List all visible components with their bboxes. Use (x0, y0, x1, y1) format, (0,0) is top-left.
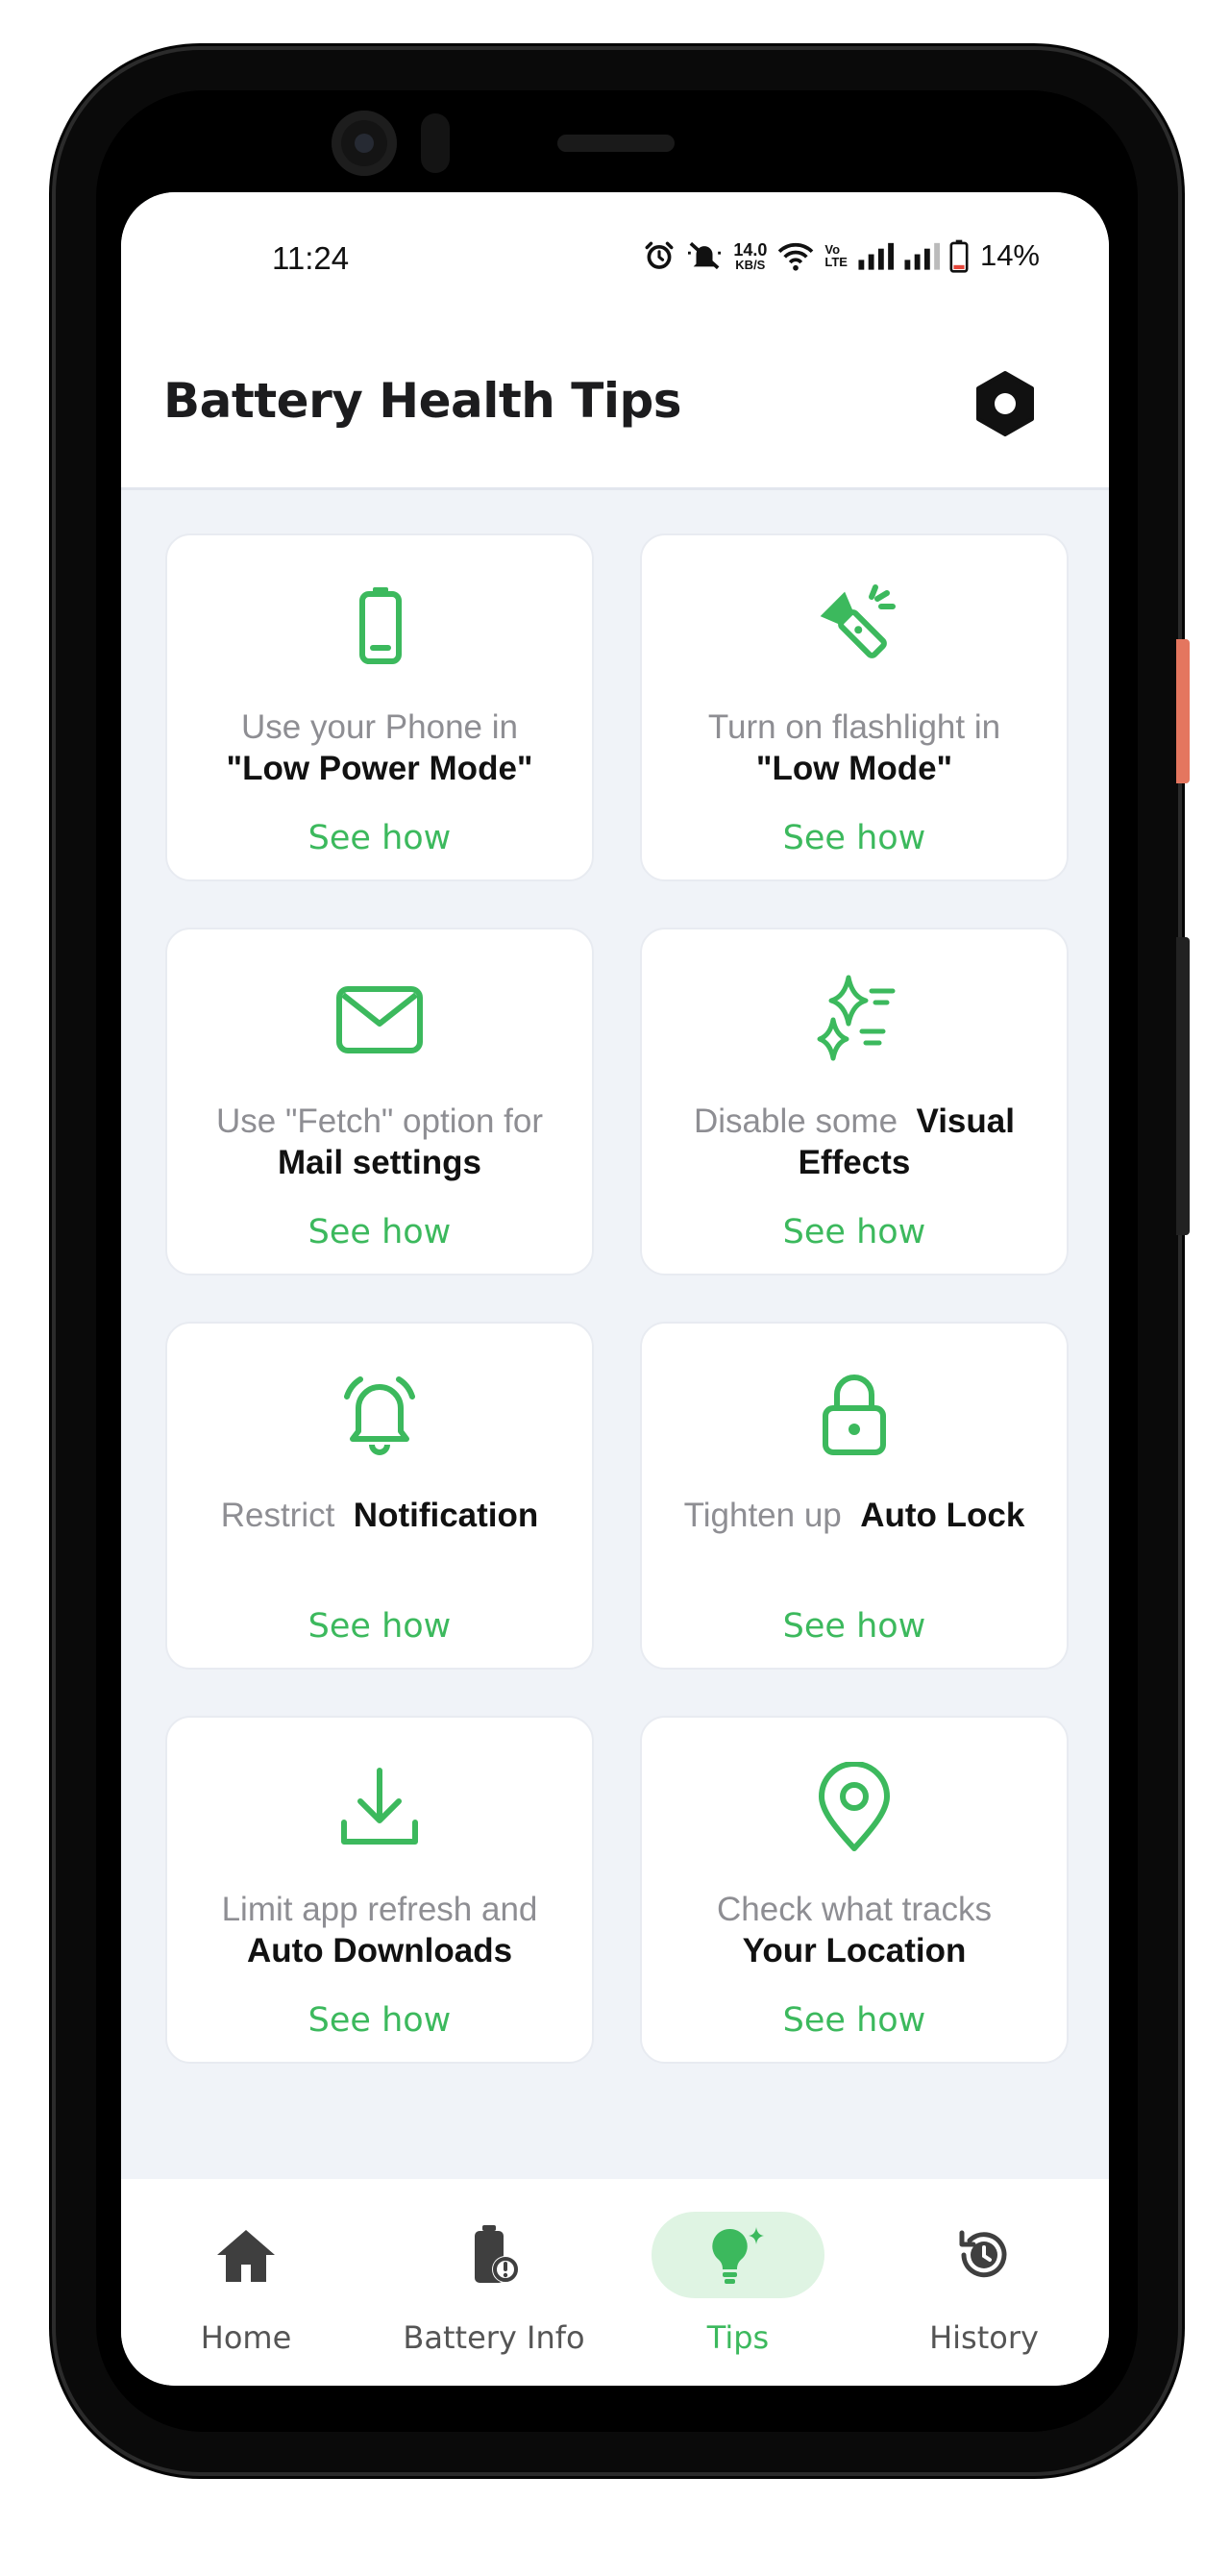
volume-button (1176, 937, 1190, 1235)
tip-line-1: Check what tracks (717, 1891, 992, 1928)
nav-tips[interactable]: Tips (623, 2206, 853, 2369)
alarm-icon (645, 241, 674, 269)
lock-icon (806, 1366, 902, 1462)
see-how-link[interactable]: See how (642, 1607, 1067, 1646)
see-how-link[interactable]: See how (642, 819, 1067, 857)
nav-tips-label: Tips (706, 2319, 770, 2356)
status-time: 11:24 (272, 240, 350, 276)
tip-line-1-bold: Notification (353, 1497, 539, 1534)
battery-info-icon (475, 2225, 519, 2283)
tip-text: Check what tracks Your Location (661, 1889, 1047, 1971)
tip-line-2: Your Location (742, 1932, 967, 1969)
signal-icon-2 (904, 242, 940, 270)
see-how-link[interactable]: See how (167, 819, 592, 857)
battery-low-icon (332, 578, 428, 674)
flashlight-icon (806, 578, 902, 674)
tip-card-auto-lock[interactable]: Tighten up Auto Lock See how (640, 1322, 1069, 1670)
tip-line-2: "Low Mode" (755, 750, 953, 787)
nav-battery-info[interactable]: Battery Info (379, 2206, 609, 2369)
tip-line-1: Turn on flashlight in (707, 708, 1001, 746)
battery-percent: 14% (979, 238, 1040, 272)
bell-icon (332, 1366, 428, 1462)
nav-history-label: History (929, 2319, 1039, 2356)
mail-icon (332, 972, 428, 1068)
network-speed-value: 14.0 (733, 239, 768, 260)
download-icon (332, 1760, 428, 1856)
tip-line-1: Restrict (220, 1497, 335, 1534)
status-bar: 11:24 14.0 KB/S Vo LTE 14% (121, 192, 1109, 327)
proximity-sensor (421, 113, 450, 173)
nav-tips-active-pill (652, 2212, 824, 2298)
nav-history[interactable]: History (869, 2206, 1099, 2369)
see-how-link[interactable]: See how (167, 1213, 592, 1251)
nav-home-icon-wrap (160, 2212, 332, 2298)
tip-line-2: Effects (798, 1144, 911, 1181)
tip-line-1: Tighten up (683, 1497, 842, 1534)
app-header: Battery Health Tips (121, 327, 1109, 490)
network-speed-unit: KB/S (735, 257, 766, 272)
tip-text: Limit app refresh and Auto Downloads (186, 1889, 573, 1971)
tip-line-1: Disable some (694, 1102, 898, 1140)
app-screen: 11:24 14.0 KB/S Vo LTE 14% Battery Healt… (121, 192, 1109, 2386)
volte-bottom: LTE (824, 255, 848, 269)
settings-button[interactable] (967, 365, 1044, 442)
tip-text: Use your Phone in "Low Power Mode" (186, 706, 573, 789)
status-icons: 14.0 KB/S Vo LTE 14% (643, 235, 1040, 277)
see-how-link[interactable]: See how (642, 1213, 1067, 1251)
tip-line-2: Auto Downloads (246, 1932, 513, 1969)
tip-text: Restrict Notification (186, 1495, 573, 1536)
nav-battery-info-label: Battery Info (403, 2319, 585, 2356)
tip-line-2: "Low Power Mode" (226, 750, 533, 787)
see-how-link[interactable]: See how (167, 2001, 592, 2040)
tip-line-1-bold: Visual (916, 1102, 1015, 1140)
nav-home-label: Home (200, 2319, 292, 2356)
see-how-link[interactable]: See how (642, 2001, 1067, 2040)
lightbulb-icon (712, 2227, 764, 2284)
tip-line-1: Use your Phone in (241, 708, 518, 746)
home-icon (217, 2230, 275, 2282)
battery-status-icon (949, 239, 969, 273)
tip-card-notification[interactable]: Restrict Notification See how (165, 1322, 594, 1670)
hexagon-settings-icon (976, 371, 1034, 436)
signal-icon-1 (858, 242, 894, 270)
tip-card-low-power[interactable]: Use your Phone in "Low Power Mode" See h… (165, 533, 594, 881)
nav-home[interactable]: Home (131, 2206, 361, 2369)
tip-card-downloads[interactable]: Limit app refresh and Auto Downloads See… (165, 1716, 594, 2064)
wifi-icon (778, 242, 814, 271)
sparkles-icon (806, 972, 902, 1068)
tip-text: Tighten up Auto Lock (661, 1495, 1047, 1536)
location-pin-icon (806, 1760, 902, 1856)
see-how-link[interactable]: See how (167, 1607, 592, 1646)
mute-notification-icon (688, 241, 722, 270)
page-title: Battery Health Tips (163, 373, 682, 429)
tip-line-1: Limit app refresh and (221, 1891, 538, 1928)
nav-battery-icon-wrap (407, 2212, 580, 2298)
tip-line-2: Mail settings (278, 1144, 481, 1181)
power-button (1176, 639, 1190, 783)
tip-line-1: Use "Fetch" option for (215, 1102, 543, 1140)
tips-grid: Use your Phone in "Low Power Mode" See h… (165, 533, 1069, 2064)
front-camera (332, 111, 397, 176)
tip-card-flashlight[interactable]: Turn on flashlight in "Low Mode" See how (640, 533, 1069, 881)
tip-card-visual-effects[interactable]: Disable some Visual Effects See how (640, 928, 1069, 1276)
network-speed: 14.0 KB/S (733, 241, 767, 271)
tip-line-1-bold: Auto Lock (860, 1497, 1025, 1534)
tip-text: Turn on flashlight in "Low Mode" (661, 706, 1047, 789)
tip-card-mail[interactable]: Use "Fetch" option for Mail settings See… (165, 928, 594, 1276)
tip-text: Use "Fetch" option for Mail settings (186, 1101, 573, 1183)
nav-history-icon-wrap (898, 2212, 1070, 2298)
tip-card-location[interactable]: Check what tracks Your Location See how (640, 1716, 1069, 2064)
bottom-navigation: Home Battery Info Tips History (121, 2179, 1109, 2386)
history-icon (959, 2230, 1007, 2278)
volte-indicator: Vo LTE (824, 243, 848, 268)
tip-text: Disable some Visual Effects (661, 1101, 1047, 1183)
earpiece-speaker (557, 135, 675, 152)
